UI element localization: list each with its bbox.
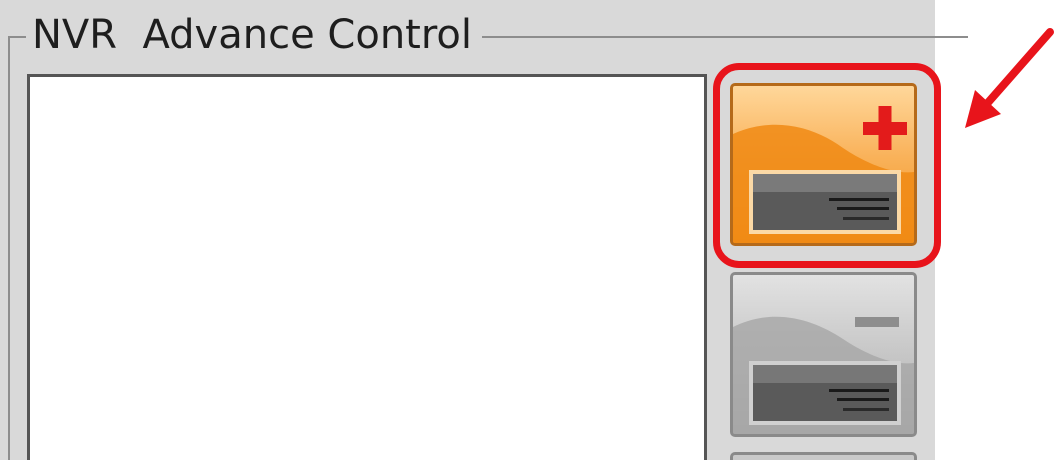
red-arrow-icon — [965, 28, 1054, 128]
nvr-add-icon — [733, 106, 914, 243]
next-tool-button[interactable] — [730, 452, 917, 460]
nvr-settings-window: NVR Advance Control — [0, 0, 1054, 460]
plus-icon — [863, 106, 907, 150]
nvr-remove-icon — [733, 316, 914, 434]
add-nvr-button[interactable] — [730, 83, 917, 246]
nvr-device-list[interactable] — [27, 74, 707, 460]
remove-nvr-button[interactable] — [730, 272, 917, 437]
group-title: NVR Advance Control — [26, 10, 482, 60]
minus-icon — [855, 317, 899, 327]
